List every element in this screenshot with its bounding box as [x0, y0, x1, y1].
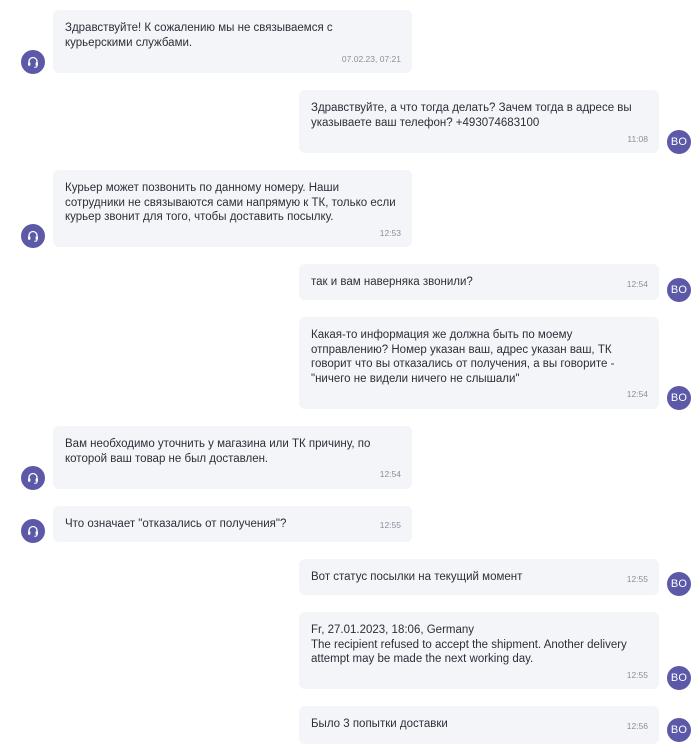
message-text: Вам необходимо уточнить у магазина или Т…	[65, 438, 371, 465]
headset-icon	[28, 230, 38, 242]
message-timestamp: 12:55	[626, 670, 648, 680]
agent-avatar	[21, 519, 45, 543]
user-avatar: BO	[667, 572, 691, 596]
agent-avatar	[21, 50, 45, 74]
user-message: Было 3 попытки доставки 12:56	[299, 706, 659, 744]
headset-icon	[28, 525, 38, 537]
message-text: Было 3 попытки доставки	[311, 718, 448, 730]
chat-thread: Здравствуйте! К сожалению мы не связывае…	[0, 0, 700, 756]
message-text: Курьер может позвонить по данному номеру…	[65, 182, 396, 223]
agent-avatar	[21, 466, 45, 490]
user-message: так и вам наверняка звонили? 12:54	[299, 264, 659, 300]
headset-icon	[28, 56, 38, 68]
message-timestamp: 12:55	[379, 520, 401, 530]
message-timestamp: 12:54	[626, 389, 648, 399]
message-timestamp: 12:54	[626, 279, 648, 289]
message-timestamp: 12:56	[626, 721, 648, 731]
headset-icon	[28, 472, 38, 484]
user-message: Здравствуйте, а что тогда делать? Зачем …	[299, 90, 659, 153]
user-message: Fr, 27.01.2023, 18:06, Germany The recip…	[299, 612, 659, 689]
message-text: Здравствуйте! К сожалению мы не связывае…	[65, 22, 333, 49]
user-avatar: BO	[667, 278, 691, 302]
message-text: Здравствуйте, а что тогда делать? Зачем …	[311, 102, 632, 129]
message-timestamp: 12:53	[379, 228, 401, 238]
agent-avatar	[21, 224, 45, 248]
agent-message: Курьер может позвонить по данному номеру…	[53, 170, 412, 247]
agent-message: Здравствуйте! К сожалению мы не связывае…	[53, 10, 412, 73]
user-avatar: BO	[667, 718, 691, 742]
message-text: Вот статус посылки на текущий момент	[311, 571, 523, 583]
message-text: Какая-то информация же должна быть по мо…	[311, 329, 615, 385]
agent-message: Вам необходимо уточнить у магазина или Т…	[53, 426, 412, 489]
user-avatar: BO	[667, 130, 691, 154]
user-avatar: BO	[667, 386, 691, 410]
message-timestamp: 12:55	[626, 574, 648, 584]
message-timestamp: 12:54	[379, 469, 401, 479]
message-timestamp: 07.02.23, 07:21	[341, 54, 401, 64]
agent-message: Что означает "отказались от получения"? …	[53, 506, 412, 542]
user-message: Какая-то информация же должна быть по мо…	[299, 317, 659, 409]
message-text: Fr, 27.01.2023, 18:06, Germany The recip…	[311, 624, 627, 665]
user-message: Вот статус посылки на текущий момент 12:…	[299, 559, 659, 595]
user-avatar: BO	[667, 666, 691, 690]
message-text: так и вам наверняка звонили?	[311, 276, 473, 288]
message-text: Что означает "отказались от получения"?	[65, 518, 287, 530]
message-timestamp: 11:08	[627, 134, 648, 144]
